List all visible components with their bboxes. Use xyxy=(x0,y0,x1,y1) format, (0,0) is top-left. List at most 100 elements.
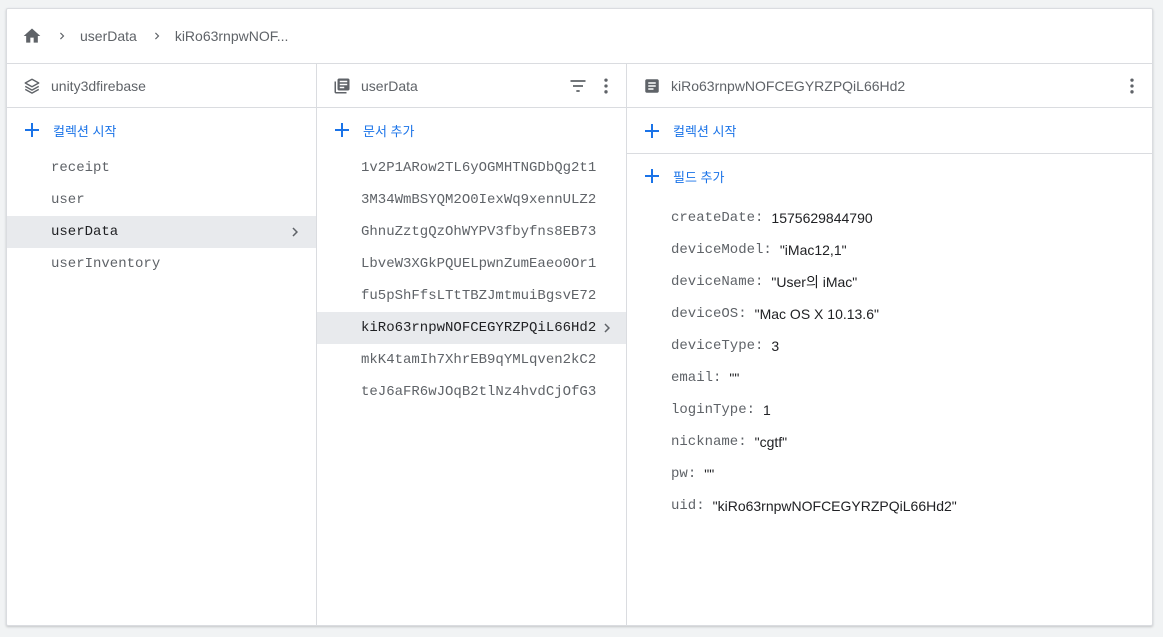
field-value: 1575629844790 xyxy=(771,210,873,226)
add-field-button[interactable]: 필드 추가 xyxy=(627,154,1152,198)
field-row[interactable]: nickname: "cgtf" xyxy=(627,426,1152,458)
start-subcollection-button[interactable]: 컬렉션 시작 xyxy=(627,108,1152,154)
add-document-label: 문서 추가 xyxy=(363,123,415,139)
collection-item-receipt[interactable]: receipt xyxy=(7,152,316,184)
field-row[interactable]: pw: "" xyxy=(627,458,1152,490)
document-item[interactable]: 1v2P1ARow2TL6yOGMHTNGDbQg2t1 xyxy=(317,152,626,184)
document-id: teJ6aFR6wJOqB2tlNz4hvdCjOfG3 xyxy=(361,384,597,400)
field-colon: : xyxy=(713,370,722,386)
document-item[interactable]: 3M34WmBSYQM2O0IexWq9xennULZ2 xyxy=(317,184,626,216)
field-value: 3 xyxy=(771,338,780,354)
start-collection-button[interactable]: 컬렉션 시작 xyxy=(7,108,316,152)
document-panel: kiRo63rnpwNOFCEGYRZPQiL66Hd2 컬렉션 시작 필드 추… xyxy=(627,64,1152,625)
root-panel-header: unity3dfirebase xyxy=(7,64,316,108)
home-icon[interactable] xyxy=(22,26,42,46)
field-colon: : xyxy=(755,274,764,290)
field-row[interactable]: deviceModel: "iMac12,1" xyxy=(627,234,1152,266)
stack-icon xyxy=(23,77,41,95)
collection-item-user[interactable]: user xyxy=(7,184,316,216)
more-vert-icon[interactable] xyxy=(596,76,616,96)
document-id: GhnuZztgQzOhWYPV3fbyfns8EB73 xyxy=(361,224,597,240)
collection-item-label: user xyxy=(51,192,85,208)
breadcrumb: userData kiRo63rnpwNOF... xyxy=(7,9,1152,64)
field-key: uid xyxy=(671,498,697,514)
field-key: pw xyxy=(671,466,688,482)
collection-item-label: userData xyxy=(51,224,119,240)
root-panel-title: unity3dfirebase xyxy=(51,77,146,94)
filter-icon[interactable] xyxy=(568,76,588,96)
field-value: "cgtf" xyxy=(754,434,788,450)
collection-item-label: userInventory xyxy=(51,256,161,272)
collection-panel: userData 문서 추가 1v2P1ARow2TL6yOGMHTNGDbQg… xyxy=(317,64,627,625)
document-id: kiRo63rnpwNOFCEGYRZPQiL66Hd2 xyxy=(361,320,597,336)
field-key: deviceOS xyxy=(671,306,739,322)
field-key: loginType xyxy=(671,402,747,418)
plus-icon xyxy=(643,167,661,185)
document-list: 1v2P1ARow2TL6yOGMHTNGDbQg2t1 3M34WmBSYQM… xyxy=(317,152,626,408)
document-item[interactable]: mkK4tamIh7XhrEB9qYMLqven2kC2 xyxy=(317,344,626,376)
field-row[interactable]: loginType:1 xyxy=(627,394,1152,426)
plus-icon xyxy=(643,122,661,140)
collection-item-userinventory[interactable]: userInventory xyxy=(7,248,316,280)
collection-icon xyxy=(333,77,351,95)
field-value: "Mac OS X 10.13.6" xyxy=(754,306,879,322)
breadcrumb-item-collection[interactable]: userData xyxy=(80,28,137,44)
field-colon: : xyxy=(746,402,756,418)
document-item[interactable]: LbveW3XGkPQUELpwnZumEaeo0Or1 xyxy=(317,248,626,280)
document-id: 1v2P1ARow2TL6yOGMHTNGDbQg2t1 xyxy=(361,160,597,176)
field-key: createDate xyxy=(671,210,756,226)
field-key: deviceModel xyxy=(671,242,764,258)
collection-panel-title: userData xyxy=(361,77,418,94)
field-row[interactable]: deviceOS: "Mac OS X 10.13.6" xyxy=(627,298,1152,330)
document-icon xyxy=(643,77,661,95)
collection-list: receipt user userData userInventory xyxy=(7,152,316,280)
field-value: 1 xyxy=(763,402,771,418)
add-document-button[interactable]: 문서 추가 xyxy=(317,108,626,152)
field-row[interactable]: uid: "kiRo63rnpwNOFCEGYRZPQiL66Hd2" xyxy=(627,490,1152,522)
field-value: "kiRo63rnpwNOFCEGYRZPQiL66Hd2" xyxy=(712,498,957,514)
document-id: mkK4tamIh7XhrEB9qYMLqven2kC2 xyxy=(361,352,597,368)
document-id: LbveW3XGkPQUELpwnZumEaeo0Or1 xyxy=(361,256,597,272)
field-value: "iMac12,1" xyxy=(779,242,847,258)
field-key: deviceType xyxy=(671,338,756,354)
field-value: "" xyxy=(729,370,740,386)
document-item[interactable]: GhnuZztgQzOhWYPV3fbyfns8EB73 xyxy=(317,216,626,248)
field-colon: : xyxy=(755,210,764,226)
field-colon: : xyxy=(738,306,747,322)
field-value: "User의 iMac" xyxy=(771,274,858,290)
chevron-right-icon xyxy=(150,29,164,43)
start-subcollection-label: 컬렉션 시작 xyxy=(673,124,737,139)
field-row[interactable]: email: "" xyxy=(627,362,1152,394)
field-row[interactable]: createDate:1575629844790 xyxy=(627,202,1152,234)
document-panel-header: kiRo63rnpwNOFCEGYRZPQiL66Hd2 xyxy=(627,64,1152,108)
field-list: createDate:1575629844790 deviceModel: "iM… xyxy=(627,198,1152,522)
more-vert-icon[interactable] xyxy=(1122,76,1142,96)
collection-item-label: receipt xyxy=(51,160,110,176)
field-value: "" xyxy=(704,466,715,482)
field-key: email xyxy=(671,370,714,386)
field-colon: : xyxy=(755,338,764,354)
field-colon: : xyxy=(687,466,697,482)
start-collection-label: 컬렉션 시작 xyxy=(53,123,117,139)
chevron-right-icon xyxy=(55,29,69,43)
document-id: 3M34WmBSYQM2O0IexWq9xennULZ2 xyxy=(361,192,597,208)
plus-icon xyxy=(333,121,351,139)
document-item-selected[interactable]: kiRo63rnpwNOFCEGYRZPQiL66Hd2 xyxy=(317,312,626,344)
document-item[interactable]: fu5pShFfsLTtTBZJmtmuiBgsvE72 xyxy=(317,280,626,312)
chevron-right-icon xyxy=(598,319,616,337)
field-key: deviceName xyxy=(671,274,756,290)
collection-panel-header: userData xyxy=(317,64,626,108)
document-panel-title: kiRo63rnpwNOFCEGYRZPQiL66Hd2 xyxy=(671,77,906,94)
field-key: nickname xyxy=(671,434,739,450)
field-colon: : xyxy=(763,242,772,258)
breadcrumb-item-document[interactable]: kiRo63rnpwNOF... xyxy=(175,28,289,44)
plus-icon xyxy=(23,121,41,139)
field-row[interactable]: deviceType:3 xyxy=(627,330,1152,362)
document-item[interactable]: teJ6aFR6wJOqB2tlNz4hvdCjOfG3 xyxy=(317,376,626,408)
field-row[interactable]: deviceName: "User의 iMac" xyxy=(627,266,1152,298)
root-panel: unity3dfirebase 컬렉션 시작 receipt user user… xyxy=(7,64,317,625)
add-field-label: 필드 추가 xyxy=(673,169,725,185)
collection-item-userdata[interactable]: userData xyxy=(7,216,316,248)
chevron-right-icon xyxy=(286,223,304,241)
firestore-data-viewer: userData kiRo63rnpwNOF... unity3dfirebas… xyxy=(6,8,1153,626)
